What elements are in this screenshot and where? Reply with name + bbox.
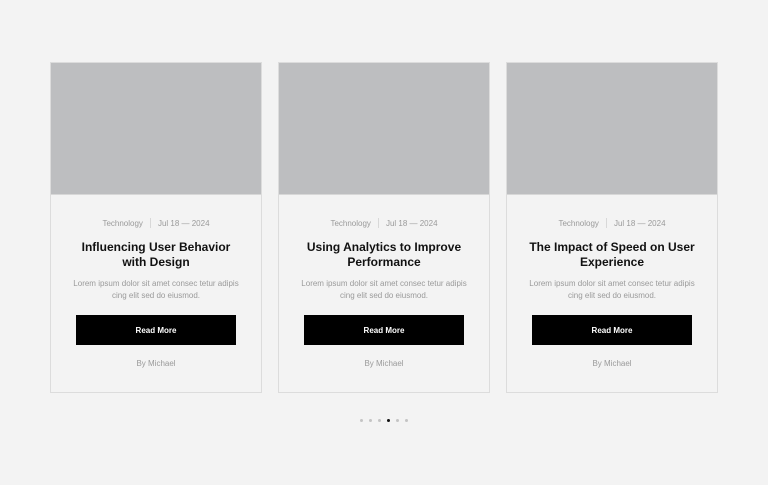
pagination-dot[interactable]	[405, 419, 408, 422]
card-meta: Technology Jul 18 — 2024	[330, 218, 438, 228]
pagination-dot-active[interactable]	[387, 419, 390, 422]
blog-card: Technology Jul 18 — 2024 Using Analytics…	[278, 62, 490, 393]
pagination-dot[interactable]	[360, 419, 363, 422]
pagination-dot[interactable]	[396, 419, 399, 422]
card-author: By Michael	[136, 359, 176, 368]
meta-divider	[377, 218, 379, 228]
meta-divider	[149, 218, 151, 228]
card-title[interactable]: Influencing User Behavior with Design	[71, 240, 241, 270]
carousel-pagination	[0, 419, 768, 422]
card-category[interactable]: Technology	[102, 219, 142, 228]
meta-divider	[605, 218, 607, 228]
card-image-placeholder[interactable]	[507, 63, 717, 195]
pagination-dot[interactable]	[378, 419, 381, 422]
card-image-placeholder[interactable]	[51, 63, 261, 195]
card-date: Jul 18 — 2024	[157, 218, 210, 228]
card-excerpt: Lorem ipsum dolor sit amet consec tetur …	[73, 279, 239, 300]
blog-card: Technology Jul 18 — 2024 Influencing Use…	[50, 62, 262, 393]
card-image-placeholder[interactable]	[279, 63, 489, 195]
card-title[interactable]: The Impact of Speed on User Experience	[527, 240, 697, 270]
card-author: By Michael	[592, 359, 632, 368]
card-category[interactable]: Technology	[330, 219, 370, 228]
read-more-button[interactable]: Read More	[76, 315, 236, 345]
read-more-button[interactable]: Read More	[304, 315, 464, 345]
card-date: Jul 18 — 2024	[613, 218, 666, 228]
card-date: Jul 18 — 2024	[385, 218, 438, 228]
read-more-button[interactable]: Read More	[532, 315, 692, 345]
pagination-dot[interactable]	[369, 419, 372, 422]
card-author: By Michael	[364, 359, 404, 368]
card-meta: Technology Jul 18 — 2024	[102, 218, 210, 228]
card-category[interactable]: Technology	[558, 219, 598, 228]
blog-card: Technology Jul 18 — 2024 The Impact of S…	[506, 62, 718, 393]
card-excerpt: Lorem ipsum dolor sit amet consec tetur …	[301, 279, 467, 300]
blog-card-list: Technology Jul 18 — 2024 Influencing Use…	[50, 62, 718, 393]
card-title[interactable]: Using Analytics to Improve Performance	[299, 240, 469, 270]
card-meta: Technology Jul 18 — 2024	[558, 218, 666, 228]
card-excerpt: Lorem ipsum dolor sit amet consec tetur …	[529, 279, 695, 300]
